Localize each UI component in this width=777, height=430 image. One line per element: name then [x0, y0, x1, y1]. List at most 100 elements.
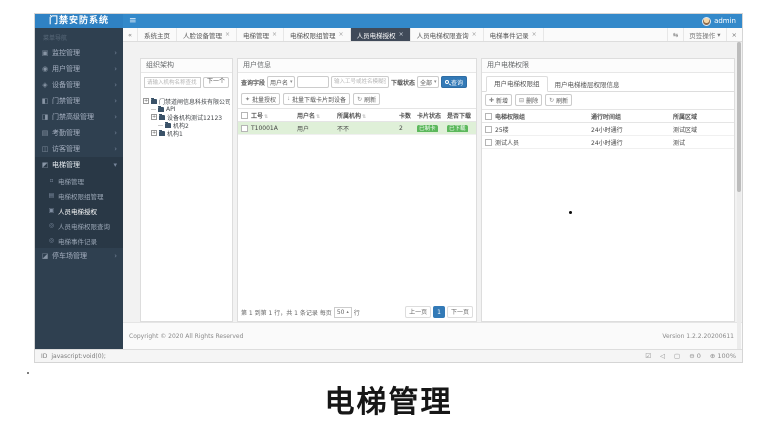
row-checkbox[interactable] — [484, 125, 492, 133]
next-page-button[interactable]: 下一页 — [446, 306, 473, 318]
tree-node-device-org[interactable]: + 设备机构测试12123 — [143, 113, 230, 121]
page-mode-icon[interactable]: ▢ — [674, 352, 680, 360]
sidebar-item-elevator[interactable]: ◩ 电梯管理 ▾ — [35, 157, 123, 173]
refresh-button[interactable]: ↻ 刷新 — [353, 93, 381, 105]
hamburger-icon[interactable]: ≡ — [129, 14, 137, 28]
prev-page-button[interactable]: 上一页 — [405, 306, 432, 318]
org-next-button[interactable]: 下一个 — [202, 77, 229, 88]
delete-button[interactable]: ⊟ 删除 — [515, 94, 543, 106]
tab-operations-dropdown[interactable]: 页签操作 ▾ — [683, 28, 725, 41]
tab-label: 电梯管理 — [243, 31, 270, 40]
scrollbar-thumb[interactable] — [737, 42, 741, 192]
tab-perm-group[interactable]: 用户电梯权限组 — [486, 76, 548, 92]
user-table-row[interactable]: T10001A 用户 不不 2 已制卡 已下载 — [238, 122, 476, 135]
collapse-tabs-icon[interactable]: « — [123, 28, 138, 41]
exchange-tabs-icon[interactable]: ⇆ — [666, 28, 683, 41]
perm-table-row[interactable]: 25楼 24小时通行 测试区域 — [482, 123, 734, 136]
door-advanced-icon: ◨ — [41, 113, 49, 121]
page-number-button[interactable]: 1 — [433, 306, 445, 318]
close-tab-icon[interactable]: × — [339, 31, 344, 38]
tab-face-device[interactable]: 人脸设备管理 × — [176, 28, 238, 41]
sidebar-item-visitor[interactable]: ◫ 访客管理 › — [35, 141, 123, 157]
sidebar-item-access[interactable]: ◧ 门禁管理 › — [35, 93, 123, 109]
refresh-icon: ↻ — [549, 97, 555, 104]
row-checkbox[interactable] — [240, 124, 248, 132]
select-all-checkbox[interactable] — [484, 112, 492, 120]
submenu-elevator-event-log[interactable]: ◎ 电梯事件记录 — [35, 233, 123, 248]
header-username[interactable]: 用户名⇅ — [296, 111, 336, 120]
tree-node-org1[interactable]: + 机构1 — [143, 129, 230, 137]
chevron-right-icon: › — [114, 49, 117, 57]
tab-elevator-management[interactable]: 电梯管理 × — [237, 28, 285, 41]
tab-home[interactable]: 系统主页 — [137, 28, 177, 41]
close-tab-icon[interactable]: × — [472, 31, 477, 38]
tab-personnel-elevator-auth[interactable]: 人员电梯授权 × — [350, 28, 411, 41]
submenu-personnel-elevator-auth[interactable]: ▣ 人员电梯授权 — [35, 203, 123, 218]
header-organization[interactable]: 所属机构⇅ — [336, 111, 398, 120]
add-button[interactable]: ✚ 新增 — [485, 94, 513, 106]
page-size-select[interactable]: 50 ▴ — [333, 306, 352, 318]
sidebar-item-access-advanced[interactable]: ◨ 门禁高级管理 › — [35, 109, 123, 125]
tab-elevator-event-log[interactable]: 电梯事件记录 × — [483, 28, 544, 41]
scrollbar-track[interactable] — [737, 42, 741, 349]
users-panel-title: 用户信息 — [238, 59, 476, 73]
submenu-elevator-management[interactable]: ▫ 电梯管理 — [35, 173, 123, 188]
sidebar-item-users[interactable]: ◉ 用户管理 › — [35, 61, 123, 77]
submenu-label: 电梯权限组管理 — [58, 192, 104, 201]
sidebar-item-devices[interactable]: ◈ 设备管理 › — [35, 77, 123, 93]
search-button[interactable]: 查询 — [441, 76, 468, 88]
cell-employee-id: T10001A — [251, 124, 278, 132]
cell-perm-group: 25楼 — [495, 126, 509, 134]
perms-panel: 用户电梯权限 用户电梯权限组 用户电梯楼层权限信息 ✚ 新增 ⊟ 删除 ↻ 刷新 — [481, 58, 735, 322]
network-counter[interactable]: ⊖ 0 — [689, 352, 701, 360]
tree-node-label: 门禁道闸信息科技有限公司 — [159, 98, 230, 106]
tree-node-label: API — [166, 105, 176, 113]
submenu-elevator-perm-group[interactable]: ▤ 电梯权限组管理 — [35, 188, 123, 203]
close-tab-icon[interactable]: × — [399, 31, 404, 38]
tree-node-company[interactable]: + 门禁道闸信息科技有限公司 — [143, 97, 230, 105]
tree-node-org2[interactable]: 机构2 — [143, 121, 230, 129]
users-table: 工号⇅ 用户名⇅ 所属机构⇅ 卡数 卡片状态 是否下载 T10001A 用户 不… — [238, 108, 476, 135]
speaker-icon[interactable]: ◁ — [660, 352, 665, 360]
downloaded-badge: 已下载 — [447, 125, 468, 132]
admin-menu[interactable]: admin — [702, 16, 736, 26]
refresh-button[interactable]: ↻ 刷新 — [545, 94, 573, 106]
query-field-label: 查询字段 — [241, 79, 266, 87]
org-search-input[interactable] — [144, 77, 201, 88]
query-field-select[interactable]: 用户名 ▾ — [267, 76, 296, 88]
tab-personnel-perm-query[interactable]: 人员电梯权限查询 × — [410, 28, 484, 41]
tab-floor-perm-info[interactable]: 用户电梯楼层权限信息 — [548, 78, 627, 92]
header-employee-id[interactable]: 工号⇅ — [250, 111, 296, 120]
close-tab-icon[interactable]: × — [225, 31, 230, 38]
plus-icon: ⊕ — [709, 352, 716, 360]
expand-icon[interactable]: + — [151, 130, 157, 136]
batch-download-button[interactable]: ↓ 批量下载卡片到设备 — [283, 93, 351, 105]
tree-node-api[interactable]: API — [143, 105, 230, 113]
submenu-personnel-perm-query[interactable]: ◎ 人员电梯权限查询 — [35, 218, 123, 233]
keyword-input[interactable] — [297, 76, 330, 88]
org-tree: + 门禁道闸信息科技有限公司 API + 设备机构测试12123 机构2 + 机… — [141, 92, 232, 142]
caret-down-icon: ▾ — [113, 161, 117, 169]
security-check-icon[interactable]: ☑ — [645, 352, 651, 360]
sidebar-item-parking[interactable]: ◪ 停车场管理 › — [35, 248, 123, 264]
batch-authorize-button[interactable]: ✦ 批量授权 — [241, 93, 281, 105]
zoom-control[interactable]: ⊕ 100% — [710, 352, 736, 360]
sidebar-item-monitor[interactable]: ▣ 监控管理 › — [35, 45, 123, 61]
expand-icon[interactable]: + — [143, 98, 149, 104]
close-all-tabs-icon[interactable]: × — [725, 28, 742, 41]
perm-table-row[interactable]: 测试人员 24小时通行 测试 — [482, 136, 734, 149]
select-all-checkbox[interactable] — [240, 111, 248, 119]
tab-label: 电梯事件记录 — [489, 31, 529, 40]
download-status-select[interactable]: 全部 ▾ — [417, 76, 440, 88]
sidebar-item-label: 考勤管理 — [52, 129, 80, 137]
sidebar-item-label: 门禁高级管理 — [52, 113, 94, 121]
expand-icon[interactable]: + — [151, 114, 157, 120]
row-checkbox[interactable] — [484, 138, 492, 146]
close-tab-icon[interactable]: × — [532, 31, 537, 38]
cell-area: 测试 — [673, 139, 686, 147]
tab-elevator-perm-group[interactable]: 电梯权限组管理 × — [284, 28, 351, 41]
header-time-group: 通行时间组 — [591, 113, 622, 121]
fuzzy-search-input[interactable] — [331, 76, 390, 88]
sidebar-item-attendance[interactable]: ▤ 考勤管理 › — [35, 125, 123, 141]
close-tab-icon[interactable]: × — [272, 31, 277, 38]
